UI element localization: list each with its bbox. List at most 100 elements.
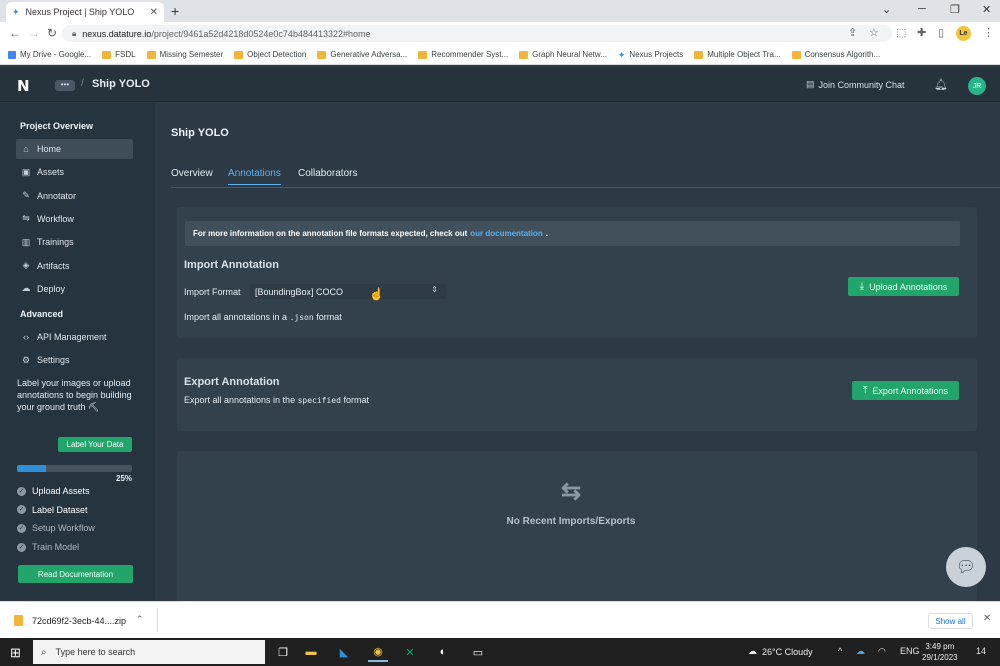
taskbar-search[interactable]: ⌕ Type here to search <box>33 640 265 664</box>
chevron-up-icon[interactable]: ⌃ <box>136 614 144 625</box>
bookmark-item[interactable]: FSDL <box>102 50 136 59</box>
label-your-data-button[interactable]: Label Your Data <box>58 437 132 452</box>
tab-search-icon[interactable]: ⌄ <box>882 3 891 16</box>
onboarding-progress-bar <box>17 465 132 472</box>
weather-widget[interactable]: ☁ 26°C Cloudy <box>748 646 813 657</box>
image-icon: ▣ <box>21 166 31 177</box>
breadcrumb-project[interactable]: Ship YOLO <box>92 78 150 90</box>
puzzle-icon[interactable]: ✚ <box>917 26 926 39</box>
file-explorer-icon[interactable]: ▬ <box>301 642 321 662</box>
tray-chevron-icon[interactable]: ^ <box>838 646 842 656</box>
menu-icon[interactable]: ⋮ <box>983 26 994 39</box>
export-desc-tail: format <box>343 395 369 405</box>
mouse-cursor-icon: ☝ <box>369 287 384 301</box>
nexus-icon: ✦ <box>617 49 626 60</box>
empty-state-text: No Recent Imports/Exports <box>506 516 636 527</box>
sidebar-item-label: Artifacts <box>37 260 70 271</box>
bookmark-item[interactable]: My Drive - Google... <box>8 50 91 59</box>
close-downloads-icon[interactable]: ✕ <box>983 613 991 624</box>
onboarding-step: ✓ Upload Assets <box>17 486 90 496</box>
back-icon[interactable]: ← <box>9 26 21 40</box>
restore-icon[interactable]: ❐ <box>950 3 960 16</box>
documentation-link[interactable]: our documentation <box>470 229 542 238</box>
extension-icon[interactable]: ⬚ <box>896 26 906 39</box>
terminal-icon[interactable]: ▭ <box>468 642 488 662</box>
folder-icon <box>146 50 156 59</box>
tab-overview[interactable]: Overview <box>171 168 213 184</box>
bookmark-item[interactable]: Recommender Syst... <box>418 50 508 59</box>
user-avatar[interactable]: JR <box>968 77 986 95</box>
browser-tab[interactable]: ✦ Nexus Project | Ship YOLO ✕ <box>6 2 164 22</box>
bookmark-item[interactable]: ✦ Nexus Projects <box>618 50 683 59</box>
bookmark-item[interactable]: Object Detection <box>234 50 306 59</box>
minimize-icon[interactable]: ─ <box>918 3 926 15</box>
bookmark-label: Multiple Object Tra... <box>707 50 781 59</box>
close-tab-icon[interactable]: ✕ <box>150 7 158 18</box>
tab-collaborators[interactable]: Collaborators <box>298 168 357 184</box>
chat-icon: ▤ <box>806 79 815 89</box>
check-icon: ✓ <box>17 505 26 515</box>
bookmark-item[interactable]: Graph Neural Netw... <box>519 50 607 59</box>
bookmark-item[interactable]: Multiple Object Tra... <box>694 50 781 59</box>
excel-icon[interactable]: ✕ <box>400 642 420 662</box>
new-tab-icon[interactable]: + <box>171 3 179 19</box>
close-window-icon[interactable]: ✕ <box>982 3 991 16</box>
share-icon[interactable]: ⇪ <box>848 26 857 39</box>
import-format-select[interactable]: [BoundingBox] COCO ⇕ <box>250 284 446 299</box>
sidebar-item-label: Deploy <box>37 283 66 294</box>
github-icon[interactable]: ◐ <box>433 642 453 662</box>
export-description: Export all annotations in the specified … <box>184 395 369 405</box>
drive-icon <box>8 50 16 59</box>
support-chat-icon[interactable]: 💬︎ <box>946 547 986 587</box>
sidebar-item-label: Workflow <box>37 213 74 224</box>
sidebar-item-artifacts[interactable]: ◈ Artifacts <box>16 256 133 276</box>
breadcrumb-more-button[interactable]: ••• <box>55 80 75 91</box>
address-bar[interactable]: 🔒︎ nexus.datature.io/project/9461a52d421… <box>62 25 892 42</box>
download-file-name[interactable]: 72cd69f2-3ecb-44....zip <box>32 616 126 626</box>
bookmark-item[interactable]: Missing Semester <box>146 50 224 59</box>
profile-avatar[interactable]: Le <box>956 26 971 41</box>
bookmark-star-icon[interactable]: ☆ <box>869 26 879 39</box>
notification-count[interactable]: 14 <box>976 646 986 656</box>
sidebar-item-assets[interactable]: ▣ Assets <box>16 162 133 182</box>
upload-icon: ⤒ <box>863 385 868 396</box>
cloud-icon: ☁ <box>748 646 757 656</box>
sidebar-item-home[interactable]: ⌂ Home <box>16 139 133 159</box>
tab-annotations[interactable]: Annotations <box>228 168 281 185</box>
search-icon: ⌕ <box>41 646 47 658</box>
export-annotations-button[interactable]: ⤒ Export Annotations <box>852 381 959 400</box>
sidebar-item-workflow[interactable]: ⇋ Workflow <box>16 209 133 229</box>
vscode-icon[interactable]: ◣ <box>334 642 354 662</box>
chrome-icon[interactable]: ◉ <box>368 642 388 662</box>
upload-annotations-label: Upload Annotations <box>869 281 948 292</box>
windows-start-icon[interactable]: ⊞ <box>10 645 21 661</box>
upload-annotations-button[interactable]: ⤓ Upload Annotations <box>848 277 959 296</box>
forward-icon[interactable]: → <box>28 26 40 40</box>
task-view-icon[interactable]: ❐ <box>273 642 293 662</box>
clock[interactable]: 3:49 pm 29/1/2023 <box>922 641 958 663</box>
sidebar-item-trainings[interactable]: ▥ Trainings <box>16 232 133 252</box>
bookmark-item[interactable]: Consensus Algorith... <box>791 50 880 59</box>
side-panel-icon[interactable]: ▯ <box>938 26 944 39</box>
sidebar-item-deploy[interactable]: ☁ Deploy <box>16 279 133 299</box>
wifi-icon[interactable]: ◠ <box>878 646 886 657</box>
sidebar-item-settings[interactable]: ⚙ Settings <box>16 350 133 370</box>
taskbar-search-placeholder: Type here to search <box>55 647 136 657</box>
bookmark-label: Missing Semester <box>159 50 224 59</box>
folder-icon <box>519 50 529 59</box>
import-format-label: Import Format <box>184 287 241 297</box>
weather-text: 26°C Cloudy <box>762 646 813 657</box>
sidebar-item-annotator[interactable]: ✎ Annotator <box>16 186 133 206</box>
language-indicator[interactable]: ENG <box>900 646 920 656</box>
join-community-chat-link[interactable]: ▤ Join Community Chat <box>806 79 905 90</box>
read-documentation-button[interactable]: Read Documentation <box>18 565 133 583</box>
onedrive-icon[interactable]: ☁ <box>856 646 865 657</box>
bell-icon[interactable]: 🔔︎ <box>934 78 948 91</box>
bookmark-item[interactable]: Generative Adversa... <box>317 50 407 59</box>
show-all-button[interactable]: Show all <box>928 613 973 629</box>
sidebar-item-api-management[interactable]: ‹› API Management <box>16 327 133 347</box>
check-icon: ✓ <box>17 523 26 533</box>
export-desc-code: specified <box>297 396 341 405</box>
reload-icon[interactable]: ↻ <box>47 26 57 40</box>
nexus-logo[interactable]: N <box>17 77 30 95</box>
